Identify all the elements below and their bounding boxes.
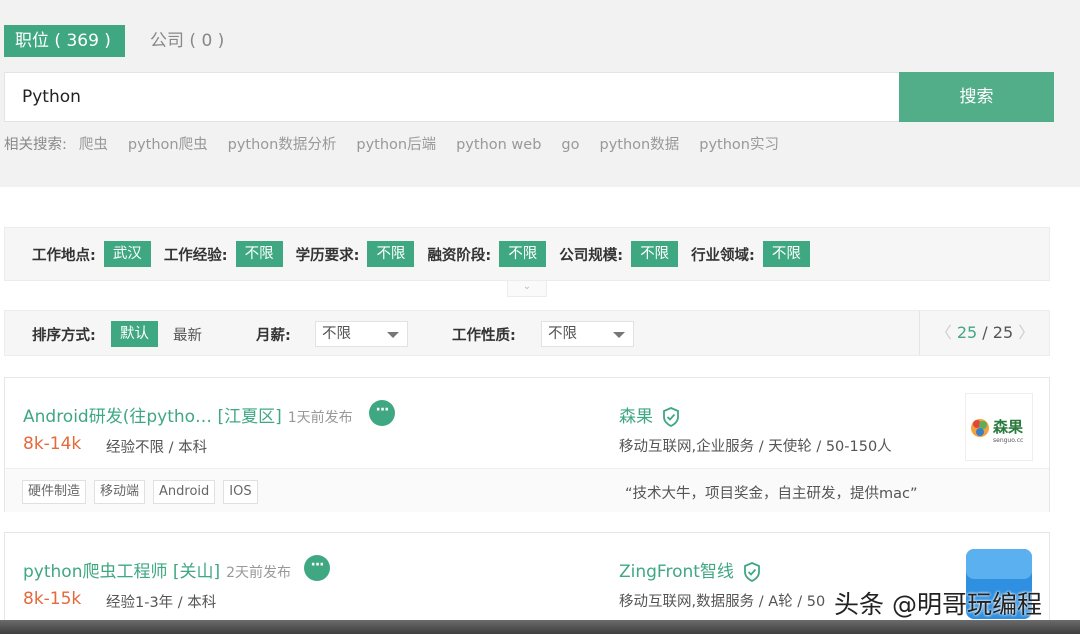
tab-jobs[interactable]: 职位 ( 369 ) <box>4 25 125 57</box>
page-separator: / <box>982 323 988 342</box>
company-slogan: “技术大牛，项目奖金，自主研发，提供mac” <box>625 486 918 502</box>
pager: 〈 25 / 25 〉 <box>919 311 1050 355</box>
sort-newest-button[interactable]: 最新 <box>173 324 202 345</box>
chevron-down-icon: ⌄ <box>522 281 532 292</box>
job-tag: Android <box>153 480 216 504</box>
svg-text:森果: 森果 <box>993 418 1024 436</box>
watermark: 头条 @明哥玩编程 <box>834 590 1042 619</box>
related-item[interactable]: 爬虫 <box>79 133 108 154</box>
job-salary: 8k-14k <box>23 434 82 454</box>
related-item[interactable]: python数据分析 <box>228 133 337 154</box>
verified-shield-icon <box>744 562 761 582</box>
filter-size-label: 公司规模: <box>559 247 624 264</box>
search-button[interactable]: 搜索 <box>899 72 1054 122</box>
filter-location-value[interactable]: 武汉 <box>103 241 151 267</box>
company-name-row: 森果 <box>619 402 680 427</box>
sort-label: 排序方式: <box>32 328 96 344</box>
company-name-row: ZingFront智线 <box>619 557 761 582</box>
filter-industry-value[interactable]: 不限 <box>762 241 810 267</box>
filter-education-label: 学历要求: <box>295 247 360 264</box>
filter-experience-value[interactable]: 不限 <box>235 241 283 267</box>
svg-text:senguo.cc: senguo.cc <box>993 437 1023 444</box>
job-tag: 移动端 <box>94 480 146 504</box>
company-info: 移动互联网,数据服务 / A轮 / 50 <box>619 594 826 610</box>
search-panel: 职位 ( 369 ) 公司 ( 0 ) 搜索 相关搜索: 爬虫 python爬虫 py… <box>0 0 1080 187</box>
prev-page-icon[interactable]: 〈 <box>936 323 952 342</box>
related-label: 相关搜索: <box>4 137 67 153</box>
related-searches: 相关搜索: 爬虫 python爬虫 python数据分析 python后端 python … <box>4 133 799 154</box>
current-page: 25 <box>956 323 978 342</box>
job-post-time: 2天前发布 <box>226 565 292 581</box>
search-box[interactable] <box>4 72 900 122</box>
company-name[interactable]: 森果 <box>619 407 653 427</box>
job-tag: IOS <box>223 480 258 504</box>
search-input[interactable] <box>5 73 899 121</box>
company-name[interactable]: ZingFront智线 <box>619 562 734 582</box>
related-item[interactable]: python后端 <box>356 133 436 154</box>
salary-label: 月薪: <box>256 328 291 344</box>
job-requirements: 经验不限 / 本科 <box>106 440 208 456</box>
job-nature-label: 工作性质: <box>452 328 516 344</box>
related-item[interactable]: go <box>561 137 579 153</box>
filter-size-value[interactable]: 不限 <box>631 241 679 267</box>
filter-experience-label: 工作经验: <box>163 247 228 264</box>
job-post-time: 1天前发布 <box>287 410 353 426</box>
job-title[interactable]: Android研发(往pytho… [江夏区] <box>23 407 282 427</box>
chat-icon[interactable] <box>369 400 395 426</box>
job-salary: 8k-15k <box>23 589 82 609</box>
expand-filters-toggle[interactable]: ⌄ <box>507 281 547 297</box>
job-title-row: Android研发(往pytho… [江夏区] 1天前发布 <box>23 402 353 427</box>
job-card-footer: 硬件制造 移动端 Android IOS “技术大牛，项目奖金，自主研发，提供mac” <box>5 468 1049 512</box>
filter-education-value[interactable]: 不限 <box>367 241 415 267</box>
salary-select[interactable]: 不限 <box>315 321 408 347</box>
salary-select-value: 不限 <box>322 326 351 342</box>
filter-funding-value[interactable]: 不限 <box>499 241 547 267</box>
job-title-row: python爬虫工程师 [关山] 2天前发布 <box>23 557 291 582</box>
senguo-logo-icon: 森果 senguo.cc <box>971 418 1024 444</box>
total-pages: 25 <box>992 323 1014 342</box>
job-tags: 硬件制造 移动端 Android IOS <box>22 480 266 504</box>
sort-default-button[interactable]: 默认 <box>111 321 158 347</box>
job-tag: 硬件制造 <box>22 480 87 504</box>
os-dock <box>0 620 1080 634</box>
job-card[interactable]: Android研发(往pytho… [江夏区] 1天前发布 8k-14k 经验不限… <box>4 377 1050 512</box>
job-requirements: 经验1-3年 / 本科 <box>106 595 217 611</box>
company-logo[interactable]: 森果 senguo.cc <box>965 393 1033 461</box>
related-item[interactable]: python web <box>456 137 541 153</box>
job-nature-select[interactable]: 不限 <box>541 321 634 347</box>
filter-funding-label: 融资阶段: <box>427 247 492 264</box>
caret-down-icon <box>387 332 399 338</box>
filter-location-label: 工作地点: <box>32 247 96 264</box>
job-title[interactable]: python爬虫工程师 [关山] <box>23 562 220 582</box>
job-nature-select-value: 不限 <box>548 326 577 342</box>
sort-bar: 排序方式: 默认 最新 月薪: 不限 工作性质: 不限 〈 25 / 25 〉 <box>4 310 1050 356</box>
related-item[interactable]: python实习 <box>699 133 779 154</box>
verified-shield-icon <box>663 407 680 427</box>
related-item[interactable]: python爬虫 <box>128 133 208 154</box>
filter-bar: 工作地点: 武汉 工作经验: 不限 学历要求: 不限 融资阶段: 不限 公司规模: 不限 行业领域:… <box>4 227 1050 281</box>
next-page-icon[interactable]: 〉 <box>1018 323 1034 342</box>
company-info: 移动互联网,企业服务 / 天使轮 / 50-150人 <box>619 439 892 455</box>
chat-icon[interactable] <box>304 555 330 581</box>
related-item[interactable]: python数据 <box>600 133 680 154</box>
caret-down-icon <box>613 332 625 338</box>
tab-companies[interactable]: 公司 ( 0 ) <box>139 25 235 57</box>
filter-industry-label: 行业领域: <box>691 247 755 264</box>
